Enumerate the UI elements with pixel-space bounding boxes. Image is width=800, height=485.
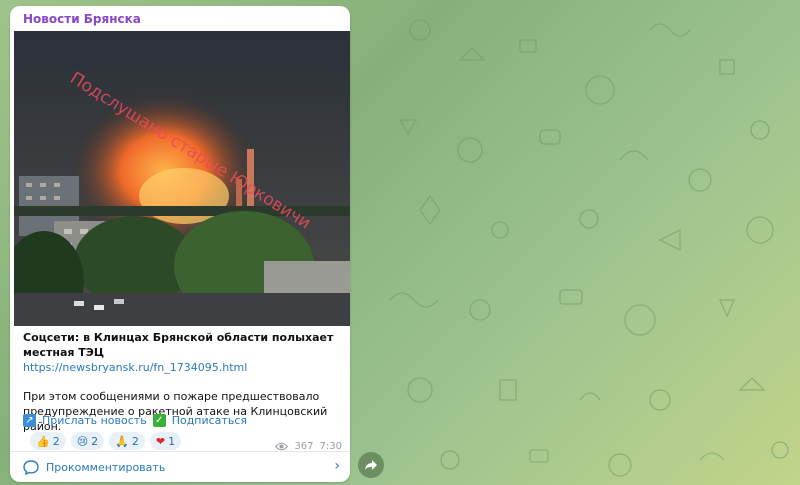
channel-name[interactable]: Новости Брянска <box>23 12 141 26</box>
heart-icon: ❤ <box>155 434 166 448</box>
subscribe-link[interactable]: Подписаться <box>172 414 247 427</box>
reaction-count: 2 <box>52 434 60 448</box>
crying-face-icon: 😢 <box>76 434 89 448</box>
reaction-count: 2 <box>91 434 99 448</box>
reaction-count: 2 <box>131 434 139 448</box>
arrow-up-right-icon: ↗ <box>23 414 36 427</box>
praying-hands-icon: 🙏 <box>115 434 129 448</box>
channel-post: Новости Брянска Подслушано старые Юркови… <box>10 6 350 482</box>
post-link[interactable]: https://newsbryansk.ru/fn_1734095.html <box>23 360 343 375</box>
send-news-link[interactable]: Прислать новость <box>42 414 147 427</box>
reaction-heart[interactable]: ❤ 1 <box>149 432 182 450</box>
eye-icon <box>275 442 289 451</box>
checkmark-icon: ✓ <box>152 414 166 427</box>
post-photo[interactable]: Подслушано старые Юрковичи <box>14 31 350 326</box>
comment-bubble-icon <box>23 460 39 475</box>
reactions-bar: 👍 2 😢 2 🙏 2 ❤ 1 <box>30 432 182 450</box>
reaction-thumbs-up[interactable]: 👍 2 <box>30 432 66 450</box>
reaction-count: 1 <box>168 434 176 448</box>
post-paragraph: При этом сообщениями о пожаре предшество… <box>23 390 328 433</box>
share-arrow-icon <box>365 460 377 470</box>
chevron-right-icon: › <box>334 458 340 474</box>
reaction-pray[interactable]: 🙏 2 <box>109 432 145 450</box>
post-actions: ↗ Прислать новость ✓ Подписаться <box>23 414 247 427</box>
thumbs-up-icon: 👍 <box>36 434 50 448</box>
share-button[interactable] <box>358 452 384 478</box>
reaction-crying[interactable]: 😢 2 <box>70 432 105 450</box>
comment-label: Прокомментировать <box>46 461 166 474</box>
post-headline: Соцсети: в Клинцах Брянской области полы… <box>23 331 334 359</box>
comment-bar[interactable]: Прокомментировать › <box>10 451 350 482</box>
